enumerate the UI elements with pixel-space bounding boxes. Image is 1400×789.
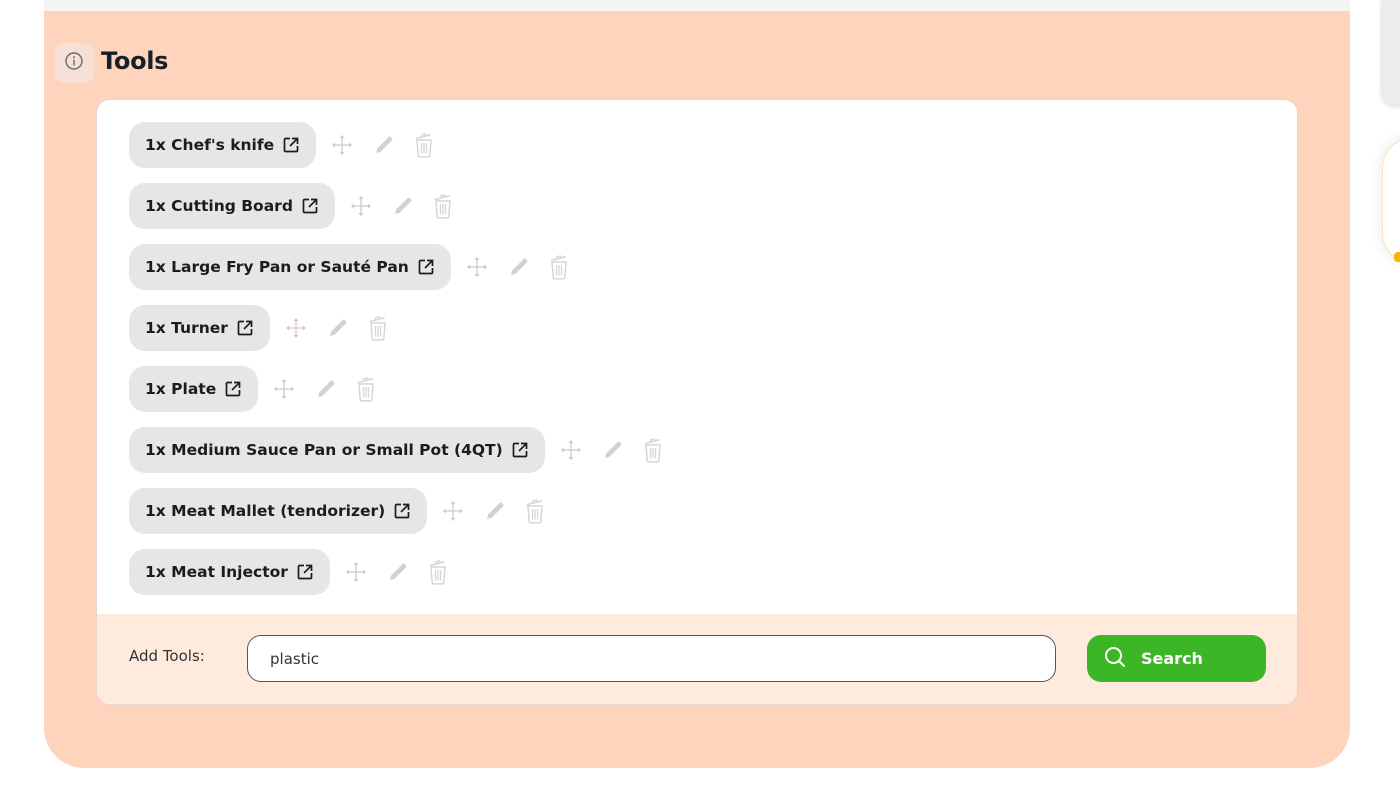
search-button[interactable]: Search	[1087, 635, 1266, 682]
side-panel-bubble	[1382, 138, 1400, 263]
trash-icon[interactable]	[549, 254, 569, 280]
row-actions	[349, 193, 453, 219]
pencil-icon[interactable]	[483, 499, 507, 523]
tool-label: 1x Meat Mallet (tendorizer)	[145, 502, 386, 520]
pencil-icon[interactable]	[601, 438, 625, 462]
external-link-icon[interactable]	[393, 502, 411, 520]
move-icon[interactable]	[465, 255, 489, 279]
tool-row: 1x Plate	[129, 366, 663, 412]
external-link-icon[interactable]	[301, 197, 319, 215]
add-tools-input[interactable]	[247, 635, 1056, 682]
tool-chip[interactable]: 1x Chef's knife	[129, 122, 317, 168]
move-icon[interactable]	[344, 560, 368, 584]
move-icon[interactable]	[272, 377, 296, 401]
tool-row: 1x Turner	[129, 305, 663, 351]
move-icon[interactable]	[441, 499, 465, 523]
tool-label: 1x Chef's knife	[145, 136, 275, 154]
pencil-icon[interactable]	[391, 194, 415, 218]
external-link-icon[interactable]	[224, 380, 242, 398]
tool-label: 1x Turner	[145, 319, 228, 337]
tool-chip[interactable]: 1x Meat Mallet (tendorizer)	[129, 488, 428, 534]
trash-icon[interactable]	[525, 498, 545, 524]
tool-chip[interactable]: 1x Cutting Board	[129, 183, 335, 229]
info-circle-icon	[64, 51, 84, 75]
tool-row: 1x Medium Sauce Pan or Small Pot (4QT)	[129, 427, 663, 473]
tool-row: 1x Meat Injector	[129, 549, 663, 595]
row-actions	[272, 376, 376, 402]
trash-icon[interactable]	[433, 193, 453, 219]
tool-list: 1x Chef's knife 1x Cutting Board 1x Larg…	[129, 122, 663, 595]
tool-chip[interactable]: 1x Turner	[129, 305, 270, 351]
tool-label: 1x Large Fry Pan or Sauté Pan	[145, 258, 409, 276]
trash-icon[interactable]	[414, 132, 434, 158]
add-tools-bar: Add Tools: Search	[97, 614, 1297, 704]
tools-card: 1x Chef's knife 1x Cutting Board 1x Larg…	[96, 99, 1298, 705]
tools-section: Tools 1x Chef's knife 1x Cutting Board 1…	[44, 11, 1350, 768]
search-icon	[1103, 645, 1127, 673]
row-actions	[465, 254, 569, 280]
tool-row: 1x Cutting Board	[129, 183, 663, 229]
pencil-icon[interactable]	[326, 316, 350, 340]
top-band	[44, 0, 1350, 11]
tool-row: 1x Meat Mallet (tendorizer)	[129, 488, 663, 534]
row-actions	[441, 498, 545, 524]
tool-chip[interactable]: 1x Meat Injector	[129, 549, 330, 595]
tool-chip[interactable]: 1x Plate	[129, 366, 259, 412]
external-link-icon[interactable]	[296, 563, 314, 581]
move-icon[interactable]	[349, 194, 373, 218]
row-actions	[330, 132, 434, 158]
external-link-icon[interactable]	[511, 441, 529, 459]
move-icon[interactable]	[284, 316, 308, 340]
external-link-icon[interactable]	[236, 319, 254, 337]
move-icon[interactable]	[330, 133, 354, 157]
tool-label: 1x Medium Sauce Pan or Small Pot (4QT)	[145, 441, 503, 459]
pencil-icon[interactable]	[386, 560, 410, 584]
row-actions	[344, 559, 448, 585]
side-panel-top	[1381, 0, 1400, 105]
side-accent	[1394, 252, 1400, 262]
search-button-label: Search	[1141, 649, 1203, 668]
trash-icon[interactable]	[428, 559, 448, 585]
pencil-icon[interactable]	[507, 255, 531, 279]
move-icon[interactable]	[559, 438, 583, 462]
tool-row: 1x Chef's knife	[129, 122, 663, 168]
tool-row: 1x Large Fry Pan or Sauté Pan	[129, 244, 663, 290]
trash-icon[interactable]	[368, 315, 388, 341]
tool-chip[interactable]: 1x Large Fry Pan or Sauté Pan	[129, 244, 451, 290]
tool-chip[interactable]: 1x Medium Sauce Pan or Small Pot (4QT)	[129, 427, 545, 473]
row-actions	[559, 437, 663, 463]
external-link-icon[interactable]	[282, 136, 300, 154]
row-actions	[284, 315, 388, 341]
tool-label: 1x Plate	[145, 380, 217, 398]
add-tools-label: Add Tools:	[129, 647, 205, 665]
info-button[interactable]	[54, 43, 94, 83]
pencil-icon[interactable]	[314, 377, 338, 401]
tool-label: 1x Meat Injector	[145, 563, 288, 581]
trash-icon[interactable]	[356, 376, 376, 402]
external-link-icon[interactable]	[417, 258, 435, 276]
section-title: Tools	[101, 47, 169, 75]
pencil-icon[interactable]	[372, 133, 396, 157]
tool-label: 1x Cutting Board	[145, 197, 293, 215]
trash-icon[interactable]	[643, 437, 663, 463]
